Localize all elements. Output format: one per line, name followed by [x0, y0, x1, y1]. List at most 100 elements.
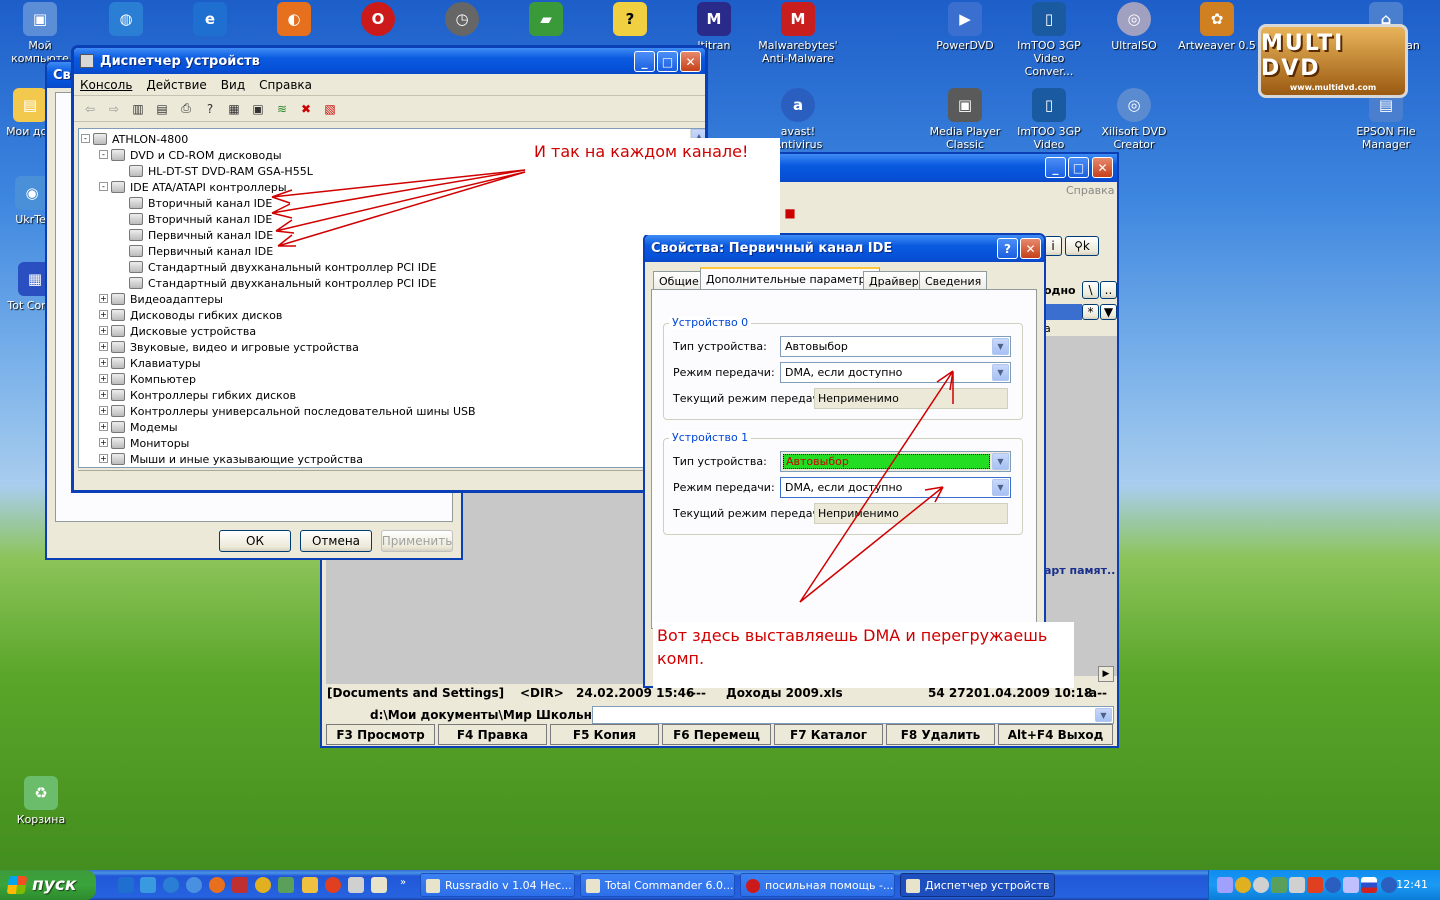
- apply-button[interactable]: Применить: [381, 530, 453, 552]
- tree-category[interactable]: + Контроллеры гибких дисков: [99, 387, 296, 403]
- update-driver-icon[interactable]: ≋: [272, 100, 292, 118]
- tray-icon-2[interactable]: [1235, 877, 1251, 893]
- collapse-toggle-icon[interactable]: -: [81, 134, 90, 143]
- scan-hardware-icon[interactable]: ▣: [248, 100, 268, 118]
- tab-advanced[interactable]: Дополнительные параметры: [700, 267, 881, 289]
- tray-icon-7[interactable]: [1325, 877, 1341, 893]
- task-russradio[interactable]: Russradio v 1.04 Нес...: [420, 873, 575, 897]
- cancel-button[interactable]: Отмена: [300, 530, 372, 552]
- tc-search-button[interactable]: ⚲k: [1065, 236, 1099, 256]
- fkey-f3-view[interactable]: F3 Просмотр: [326, 724, 435, 745]
- expand-toggle-icon[interactable]: +: [99, 358, 108, 367]
- desktop-icon-top-3[interactable]: ◐: [254, 2, 334, 39]
- disc-quick-icon[interactable]: [325, 877, 341, 893]
- tc-column-header[interactable]: одно: [1044, 284, 1076, 297]
- tray-icon-6[interactable]: [1307, 877, 1323, 893]
- expand-toggle-icon[interactable]: +: [99, 390, 108, 399]
- help-icon[interactable]: ?: [200, 100, 220, 118]
- expand-toggle-icon[interactable]: +: [99, 294, 108, 303]
- menu-action[interactable]: Действие: [146, 78, 206, 92]
- tree-category[interactable]: + Мониторы: [99, 435, 189, 451]
- tree-device[interactable]: Первичный канал IDE: [129, 243, 273, 259]
- close-button[interactable]: ✕: [1092, 157, 1113, 178]
- desktop-icon-xilisoft[interactable]: ◎ Xilisoft DVD Creator: [1094, 88, 1174, 151]
- tree-device[interactable]: Вторичный канал IDE: [129, 195, 272, 211]
- desktop-icon-recycle-bin[interactable]: ♻ Корзина: [1, 776, 81, 826]
- globe-quick-icon[interactable]: [163, 877, 179, 893]
- ok-button[interactable]: ОК: [219, 530, 291, 552]
- tc-info-button[interactable]: i: [1044, 236, 1062, 256]
- menu-console[interactable]: Консоль: [80, 78, 132, 92]
- ide-properties-dialog[interactable]: Свойства: Первичный канал IDE ? ✕ Общие …: [643, 233, 1046, 688]
- forward-arrow-icon[interactable]: ⇨: [104, 100, 124, 118]
- device-manager-window[interactable]: Диспетчер устройств _ □ ✕ Консоль Действ…: [71, 45, 708, 493]
- desktop-icon-mpc[interactable]: ▣ Media Player Classic: [925, 88, 1005, 151]
- dev1-type-select[interactable]: Автовыбор ▼: [780, 451, 1011, 472]
- fkey-f4-edit[interactable]: F4 Правка: [438, 724, 547, 745]
- tree-category[interactable]: + Звуковые, видео и игровые устройства: [99, 339, 359, 355]
- tree-category[interactable]: - DVD и CD-ROM дисководы: [99, 147, 282, 163]
- tree-category[interactable]: + Мыши и иные указывающие устройства: [99, 451, 363, 467]
- expand-toggle-icon[interactable]: +: [99, 326, 108, 335]
- task-browser[interactable]: посильная помощь -...: [740, 873, 895, 897]
- tc-backslash-button[interactable]: \: [1082, 281, 1099, 299]
- chevron-down-icon[interactable]: ▼: [992, 453, 1009, 470]
- tree-category[interactable]: + Дисковые устройства: [99, 323, 256, 339]
- email-quick-icon[interactable]: [140, 877, 156, 893]
- minimize-button[interactable]: _: [634, 51, 655, 72]
- desktop-icon-top-6[interactable]: ▰: [506, 2, 586, 39]
- expand-toggle-icon[interactable]: +: [99, 422, 108, 431]
- tree-device[interactable]: HL-DT-ST DVD-RAM GSA-H55L: [129, 163, 313, 179]
- desktop-icon-ultraiso[interactable]: ◎ UltraISO: [1094, 2, 1174, 52]
- expand-toggle-icon[interactable]: +: [99, 454, 108, 463]
- tree-category[interactable]: + Дисководы гибких дисков: [99, 307, 282, 323]
- chevron-down-icon[interactable]: ▼: [992, 479, 1009, 496]
- close-button[interactable]: ✕: [1020, 238, 1041, 259]
- desktop-icon-top-4[interactable]: O: [338, 2, 418, 39]
- help-button[interactable]: ?: [997, 238, 1018, 259]
- tree-category[interactable]: + Видеоадаптеры: [99, 291, 223, 307]
- tc-dotdot-button[interactable]: ..: [1100, 281, 1117, 299]
- tc-down-button[interactable]: ▼: [1100, 304, 1117, 320]
- tree-category[interactable]: + Контроллеры универсальной последователь…: [99, 403, 476, 419]
- expand-toggle-icon[interactable]: +: [99, 438, 108, 447]
- collapse-toggle-icon[interactable]: -: [99, 150, 108, 159]
- media-quick-icon[interactable]: [186, 877, 202, 893]
- tree-device[interactable]: Вторичный канал IDE: [129, 211, 272, 227]
- tool-quick-icon[interactable]: [232, 877, 248, 893]
- tree-device[interactable]: Стандартный двухканальный контроллер PCI…: [129, 259, 436, 275]
- chevron-down-icon[interactable]: ▼: [1095, 708, 1112, 722]
- folder-quick-icon[interactable]: [278, 877, 294, 893]
- dev0-mode-select[interactable]: DMA, если доступно ▼: [780, 362, 1011, 383]
- desktop-icon-artweaver[interactable]: ✿ Artweaver 0.5: [1177, 2, 1257, 52]
- uninstall-icon[interactable]: ✖: [296, 100, 316, 118]
- tree-category[interactable]: + Клавиатуры: [99, 355, 201, 371]
- money-quick-icon[interactable]: [255, 877, 271, 893]
- calc-quick-icon[interactable]: [371, 877, 387, 893]
- chevron-down-icon[interactable]: ▼: [992, 364, 1009, 381]
- expand-toggle-icon[interactable]: +: [99, 374, 108, 383]
- pencil-quick-icon[interactable]: [302, 877, 318, 893]
- desktop-icon-powerdvd[interactable]: ▶ PowerDVD: [925, 2, 1005, 52]
- window-quick-icon[interactable]: [348, 877, 364, 893]
- desktop-icon-malwarebytes[interactable]: M Malwarebytes' Anti-Malware: [758, 2, 838, 65]
- tray-icon-8[interactable]: [1343, 877, 1359, 893]
- tc-panel-item[interactable]: арт памят..: [1044, 564, 1115, 577]
- tray-icon-3[interactable]: [1253, 877, 1269, 893]
- desktop-icon-imtoo-1[interactable]: ▯ ImTOO 3GP Video Conver...: [1009, 2, 1089, 78]
- fkey-f6-move[interactable]: F6 Перемещ: [662, 724, 771, 745]
- desktop-icon-top-7[interactable]: ?: [590, 2, 670, 39]
- fkey-f7-mkdir[interactable]: F7 Каталог: [774, 724, 883, 745]
- dev1-mode-select[interactable]: DMA, если доступно ▼: [780, 477, 1011, 498]
- clock[interactable]: 12:41: [1396, 878, 1428, 891]
- language-flag-icon[interactable]: [1361, 877, 1377, 893]
- tab-general[interactable]: Общие: [653, 271, 705, 290]
- disable-icon[interactable]: ▧: [320, 100, 340, 118]
- tray-icon-1[interactable]: [1217, 877, 1233, 893]
- chevron-down-icon[interactable]: ▼: [992, 338, 1009, 355]
- expand-toggle-icon[interactable]: +: [99, 310, 108, 319]
- tc-menu-help[interactable]: Справка: [1066, 184, 1114, 197]
- tc-drive-combo[interactable]: [1044, 304, 1082, 320]
- maximize-button[interactable]: □: [1068, 157, 1089, 178]
- tray-icon-4[interactable]: [1271, 877, 1287, 893]
